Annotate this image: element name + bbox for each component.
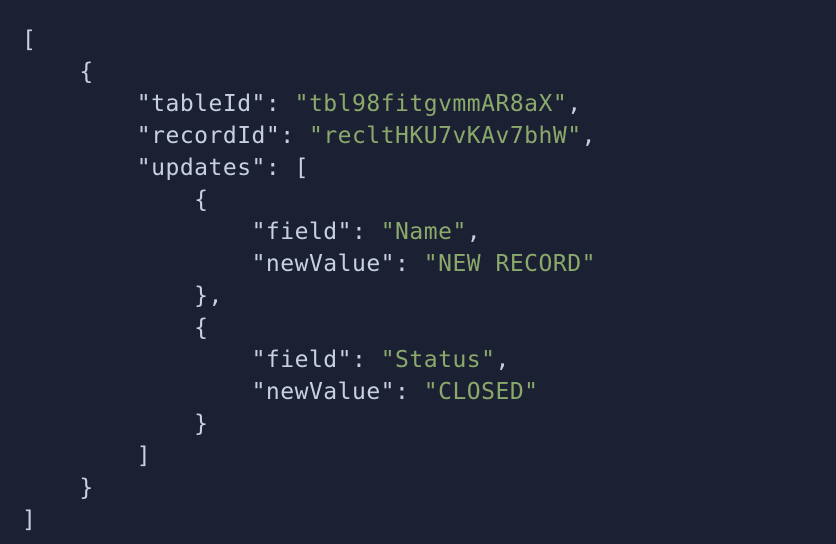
json-code-block: [ { "tableId": "tbl98fitgvmmAR8aX", "rec…	[22, 24, 814, 536]
code-token	[22, 475, 79, 501]
code-token: "newValue"	[252, 251, 395, 277]
code-token: "tableId"	[137, 91, 266, 117]
code-token: "updates"	[137, 155, 266, 181]
code-token: "recordId"	[137, 123, 280, 149]
code-token: "field"	[252, 219, 352, 245]
code-token: ,	[467, 219, 481, 245]
code-token	[22, 283, 194, 309]
code-token: "CLOSED"	[424, 379, 539, 405]
code-token: {	[194, 315, 208, 341]
code-token: "tbl98fitgvmmAR8aX"	[295, 91, 568, 117]
code-token: ,	[567, 91, 581, 117]
code-token: : [	[266, 155, 309, 181]
code-token: },	[194, 283, 223, 309]
code-token	[22, 443, 137, 469]
code-token: "newValue"	[252, 379, 395, 405]
code-token: ,	[582, 123, 596, 149]
code-token	[22, 155, 137, 181]
code-token	[22, 315, 194, 341]
code-token: }	[194, 411, 208, 437]
code-token	[22, 91, 137, 117]
code-token: "field"	[252, 347, 352, 373]
code-token: ]	[22, 507, 36, 533]
code-token: }	[79, 475, 93, 501]
code-token: ,	[495, 347, 509, 373]
code-token: :	[266, 91, 295, 117]
code-token: :	[280, 123, 309, 149]
code-token	[22, 251, 252, 277]
code-token	[22, 59, 79, 85]
code-token: "NEW RECORD"	[424, 251, 596, 277]
code-token: "Status"	[381, 347, 496, 373]
code-token	[22, 123, 137, 149]
code-token: "Name"	[381, 219, 467, 245]
code-token	[22, 347, 252, 373]
code-token: "recltHKU7vKAv7bhW"	[309, 123, 582, 149]
code-token: {	[194, 187, 208, 213]
code-token	[22, 187, 194, 213]
code-token	[22, 219, 252, 245]
code-token: {	[79, 59, 93, 85]
code-token: :	[395, 251, 424, 277]
code-token: :	[352, 219, 381, 245]
code-token: :	[395, 379, 424, 405]
code-token: :	[352, 347, 381, 373]
code-token	[22, 411, 194, 437]
code-token: ]	[137, 443, 151, 469]
code-token: [	[22, 27, 36, 53]
code-token	[22, 379, 252, 405]
